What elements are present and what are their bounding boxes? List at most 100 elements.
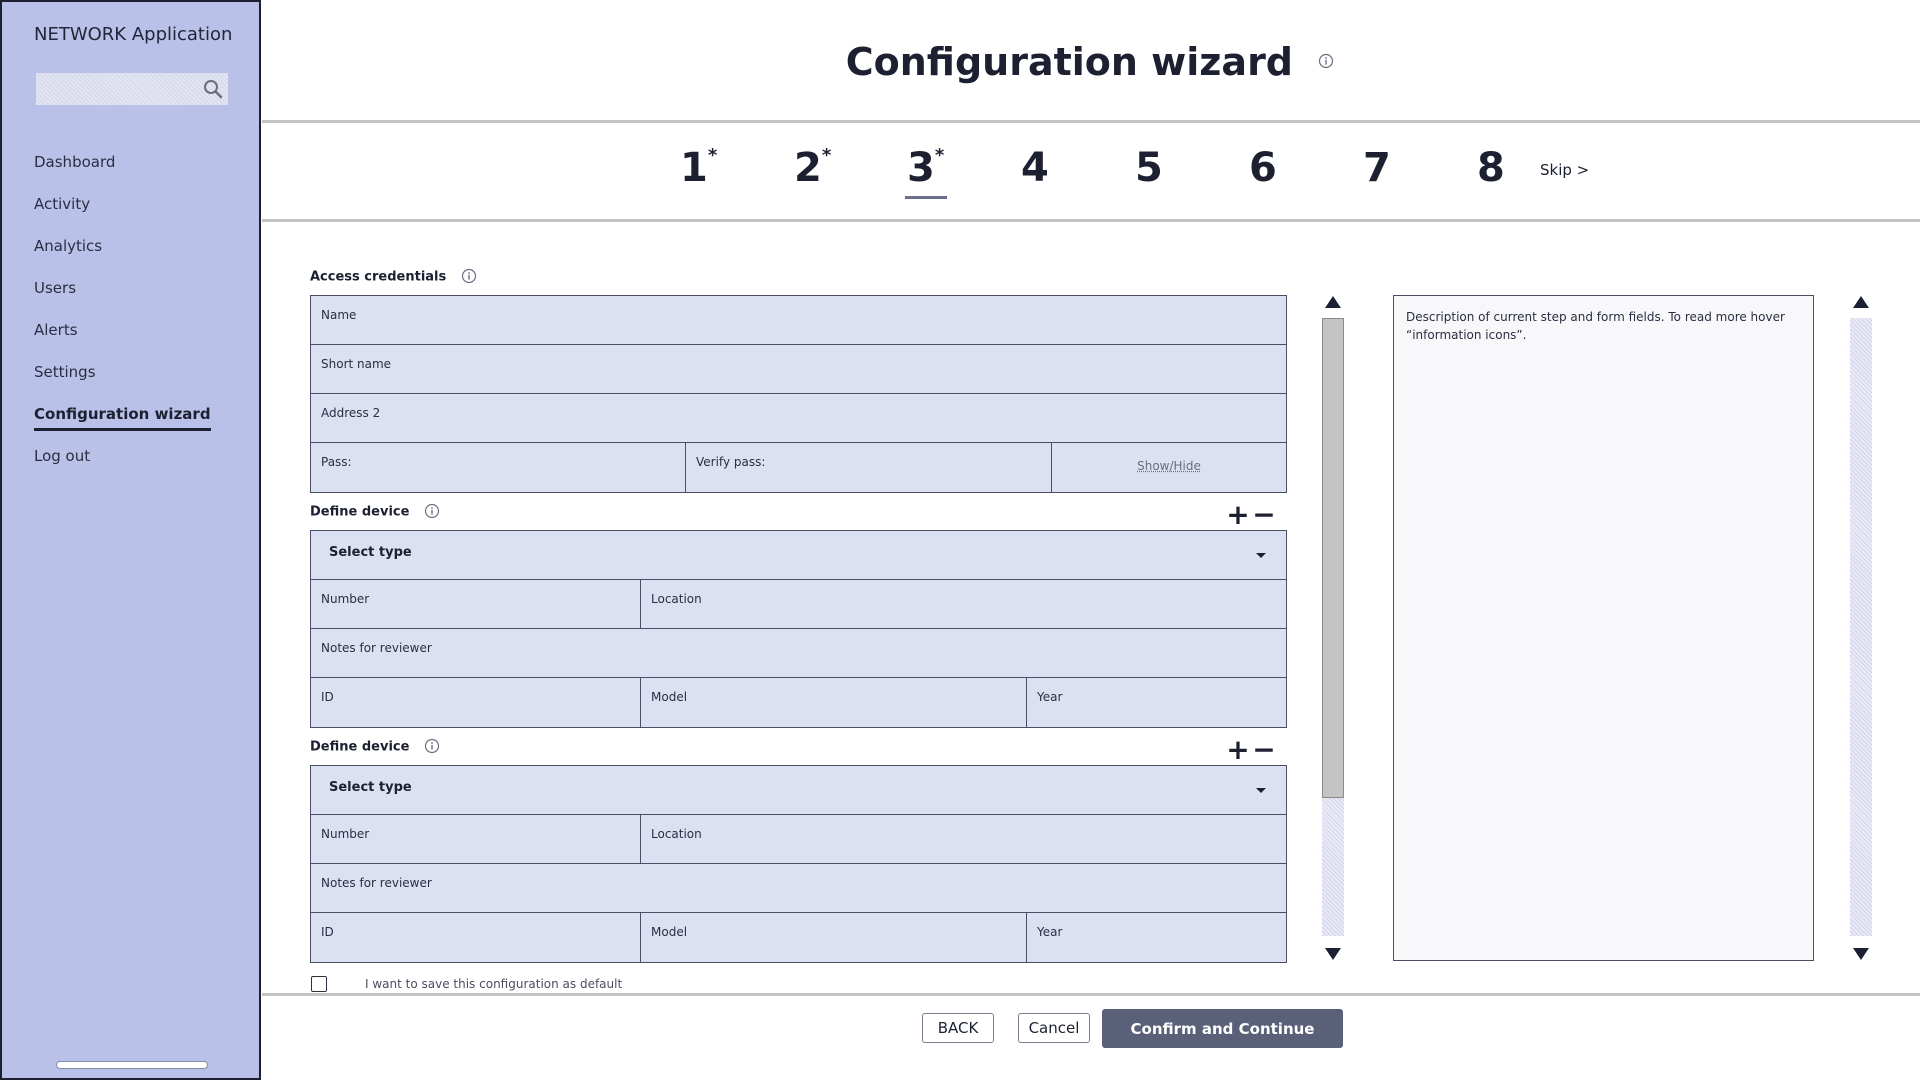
header-divider [262, 120, 1920, 123]
plus-icon[interactable]: + [1225, 501, 1251, 529]
skip-link[interactable]: Skip > [1540, 161, 1589, 179]
year-field[interactable]: Year [1027, 678, 1286, 727]
model-field[interactable]: Model [641, 913, 1027, 962]
location-input[interactable] [641, 815, 1286, 863]
scroll-up-arrow-icon[interactable] [1853, 296, 1869, 308]
address2-field[interactable]: Address 2 [311, 394, 1286, 442]
location-field[interactable]: Location [641, 815, 1286, 863]
sidebar-item-users[interactable]: Users [34, 276, 211, 318]
scrollbar-track[interactable] [1850, 318, 1872, 936]
id-field[interactable]: ID [311, 913, 641, 962]
select-type-dropdown[interactable]: Select type [311, 531, 1286, 580]
footer-divider [262, 993, 1920, 996]
scroll-up-arrow-icon[interactable] [1325, 296, 1341, 308]
sidebar-item-label: Alerts [34, 321, 78, 339]
section-label-text: Define device [310, 504, 410, 520]
form-scrollbar[interactable] [1322, 296, 1344, 964]
id-input[interactable] [311, 913, 640, 962]
sidebar-item-analytics[interactable]: Analytics [34, 234, 211, 276]
search-box[interactable] [36, 73, 228, 105]
year-input[interactable] [1027, 678, 1286, 727]
access-credentials-form: Name Short name Address 2 Pass: Verify p… [310, 295, 1287, 493]
step-6[interactable]: 6 [1249, 145, 1277, 191]
step-7[interactable]: 7 [1363, 145, 1391, 191]
sidebar-item-alerts[interactable]: Alerts [34, 318, 211, 360]
save-default-checkbox[interactable] [311, 976, 327, 992]
step-4[interactable]: 4 [1021, 145, 1049, 191]
model-field[interactable]: Model [641, 678, 1027, 727]
page-title-text: Configuration wizard [845, 40, 1294, 84]
location-field[interactable]: Location [641, 580, 1286, 628]
info-icon[interactable] [461, 268, 477, 284]
minus-icon[interactable]: − [1251, 501, 1277, 529]
define-device-heading: Define device [310, 503, 440, 520]
sidebar-scroll-handle[interactable] [56, 1061, 208, 1069]
scroll-down-arrow-icon[interactable] [1325, 948, 1341, 960]
device-form: Select type Number Location Notes for re… [310, 530, 1287, 728]
number-input[interactable] [311, 815, 640, 863]
info-icon[interactable] [424, 738, 440, 754]
scrollbar-thumb[interactable] [1322, 318, 1344, 798]
back-button[interactable]: BACK [922, 1013, 994, 1043]
steps-divider [262, 219, 1920, 222]
sidebar-item-label: Configuration wizard [34, 402, 211, 431]
model-input[interactable] [641, 678, 1026, 727]
step-3[interactable]: 3* [904, 145, 948, 199]
model-input[interactable] [641, 913, 1026, 962]
verify-pass-input[interactable] [686, 443, 1051, 492]
wizard-steps: 1* 2* 3* 4 5 6 7 8 [0, 145, 1920, 205]
pass-field[interactable]: Pass: [311, 443, 686, 492]
select-type-dropdown[interactable]: Select type [311, 766, 1286, 815]
id-input[interactable] [311, 678, 640, 727]
show-hide-toggle[interactable]: Show/Hide [1052, 459, 1286, 473]
step-description-panel: Description of current step and form fie… [1393, 295, 1814, 961]
pass-input[interactable] [311, 443, 685, 492]
address2-input[interactable] [311, 394, 1286, 442]
confirm-continue-button[interactable]: Confirm and Continue [1102, 1009, 1343, 1048]
notes-field[interactable]: Notes for reviewer [311, 629, 1286, 677]
notes-field[interactable]: Notes for reviewer [311, 864, 1286, 912]
minus-icon[interactable]: − [1251, 736, 1277, 764]
chevron-down-icon[interactable] [1256, 553, 1266, 558]
notes-input[interactable] [311, 629, 1286, 677]
sidebar-item-settings[interactable]: Settings [34, 360, 211, 402]
description-scrollbar[interactable] [1850, 296, 1872, 964]
info-icon[interactable] [424, 503, 440, 519]
year-field[interactable]: Year [1027, 913, 1286, 962]
sidebar-item-log-out[interactable]: Log out [34, 444, 211, 486]
sidebar-item-label: Analytics [34, 237, 103, 255]
device-form: Select type Number Location Notes for re… [310, 765, 1287, 963]
step-description-text: Description of current step and form fie… [1406, 310, 1785, 342]
name-field[interactable]: Name [311, 296, 1286, 344]
device-add-remove: +− [1225, 501, 1277, 529]
search-icon[interactable] [202, 78, 224, 100]
info-icon[interactable] [1318, 53, 1334, 69]
scroll-down-arrow-icon[interactable] [1853, 948, 1869, 960]
section-label-text: Access credentials [310, 269, 447, 285]
name-input[interactable] [311, 296, 1286, 344]
chevron-down-icon[interactable] [1256, 788, 1266, 793]
define-device-heading: Define device [310, 738, 440, 755]
sidebar-item-label: Log out [34, 447, 91, 465]
year-input[interactable] [1027, 913, 1286, 962]
short-name-input[interactable] [311, 345, 1286, 393]
step-2[interactable]: 2* [794, 145, 831, 191]
id-field[interactable]: ID [311, 678, 641, 727]
number-field[interactable]: Number [311, 815, 641, 863]
sidebar-item-configuration-wizard[interactable]: Configuration wizard [34, 402, 211, 444]
step-5[interactable]: 5 [1135, 145, 1163, 191]
section-label-text: Define device [310, 739, 410, 755]
select-type-value: Select type [329, 545, 412, 560]
number-field[interactable]: Number [311, 580, 641, 628]
notes-input[interactable] [311, 864, 1286, 912]
cancel-button[interactable]: Cancel [1018, 1013, 1090, 1043]
step-1[interactable]: 1* [680, 145, 717, 191]
location-input[interactable] [641, 580, 1286, 628]
number-input[interactable] [311, 580, 640, 628]
step-8[interactable]: 8 [1477, 145, 1505, 191]
search-input[interactable] [36, 73, 196, 105]
short-name-field[interactable]: Short name [311, 345, 1286, 393]
plus-icon[interactable]: + [1225, 736, 1251, 764]
access-credentials-heading: Access credentials [310, 268, 477, 285]
verify-pass-field[interactable]: Verify pass: [686, 443, 1052, 492]
